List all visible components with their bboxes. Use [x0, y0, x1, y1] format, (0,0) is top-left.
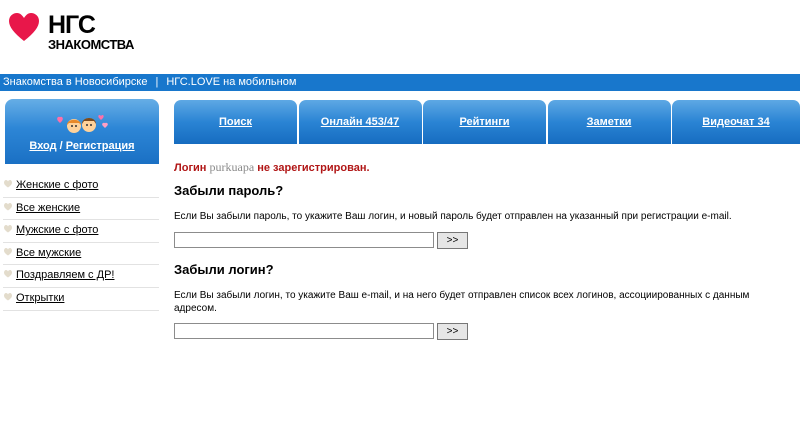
heart-bullet-icon: [4, 292, 12, 301]
register-link[interactable]: Регистрация: [66, 140, 135, 152]
forgot-login-heading: Забыли логин?: [174, 262, 274, 277]
tab-ratings[interactable]: Рейтинги: [423, 100, 546, 144]
login-slash: /: [59, 140, 63, 152]
error-notice: Логин purkuapa не зарегистрирован.: [174, 160, 774, 174]
main-tabs: Поиск Онлайн 453/47 Рейтинги Заметки Вид…: [174, 100, 800, 144]
topbar-link-dating[interactable]: Знакомства в Новосибирске: [3, 74, 147, 91]
heart-logo-icon: [9, 13, 39, 41]
sidebar-item-postcards[interactable]: Открытки: [3, 288, 159, 311]
couple-mascot-icon: [57, 114, 108, 133]
login-input[interactable]: [174, 232, 434, 248]
sidebar-item-label[interactable]: Женские с фото: [16, 175, 98, 195]
tab-notes[interactable]: Заметки: [547, 100, 671, 144]
heart-bullet-icon: [4, 247, 12, 256]
heart-bullet-icon: [4, 180, 12, 188]
heart-bullet-icon: [4, 270, 12, 278]
sidebar-item-label[interactable]: Все женские: [16, 198, 80, 218]
sidebar-item-label[interactable]: Поздравляем с ДР!: [16, 265, 114, 285]
login-box: Вход / Регистрация: [5, 99, 159, 164]
submit-login-button[interactable]: >>: [437, 232, 468, 249]
tab-online[interactable]: Онлайн 453/47: [298, 100, 422, 144]
forgot-password-heading: Забыли пароль?: [174, 183, 284, 198]
tab-videochat[interactable]: Видеочат 34: [672, 100, 800, 144]
logo-title: НГС: [48, 11, 96, 39]
forgot-password-text: Если Вы забыли пароль, то укажите Ваш ло…: [174, 211, 732, 222]
login-links: Вход / Регистрация: [5, 140, 159, 152]
submit-email-button[interactable]: >>: [437, 323, 468, 340]
sidebar-item-label[interactable]: Мужские с фото: [16, 220, 98, 240]
sidebar-item-women-photo[interactable]: Женские с фото: [3, 175, 159, 198]
notice-username: purkuapa: [209, 160, 255, 174]
notice-suffix: не зарегистрирован.: [257, 162, 370, 174]
topbar-link-mobile[interactable]: НГС.LOVE на мобильном: [166, 74, 296, 91]
tab-search[interactable]: Поиск: [174, 100, 297, 144]
forgot-login-text: Если Вы забыли логин, то укажите Ваш e-m…: [174, 290, 750, 314]
sidebar-item-birthday[interactable]: Поздравляем с ДР!: [3, 265, 159, 288]
email-input[interactable]: [174, 323, 434, 339]
logo[interactable]: НГС ЗНАКОМСТВА: [8, 12, 148, 52]
sidebar-item-label[interactable]: Открытки: [16, 288, 64, 308]
notice-prefix: Логин: [174, 162, 207, 174]
logo-subtitle: ЗНАКОМСТВА: [48, 37, 134, 52]
main-content: Логин purkuapa не зарегистрирован. Забыл…: [174, 160, 774, 340]
top-nav-bar: Знакомства в Новосибирске | НГС.LOVE на мо…: [0, 74, 800, 91]
sidebar-item-label[interactable]: Все мужские: [16, 243, 81, 263]
sidebar-item-men-photo[interactable]: Мужские с фото: [3, 220, 159, 243]
sidebar-item-women-all[interactable]: Все женские: [3, 198, 159, 221]
sidebar-item-men-all[interactable]: Все мужские: [3, 243, 159, 266]
login-link[interactable]: Вход: [29, 140, 56, 152]
heart-bullet-icon: [4, 202, 12, 211]
sidebar-menu: Женские с фото Все женские Мужские с фот…: [3, 175, 159, 311]
heart-bullet-icon: [4, 225, 12, 233]
topbar-separator: |: [155, 76, 159, 88]
